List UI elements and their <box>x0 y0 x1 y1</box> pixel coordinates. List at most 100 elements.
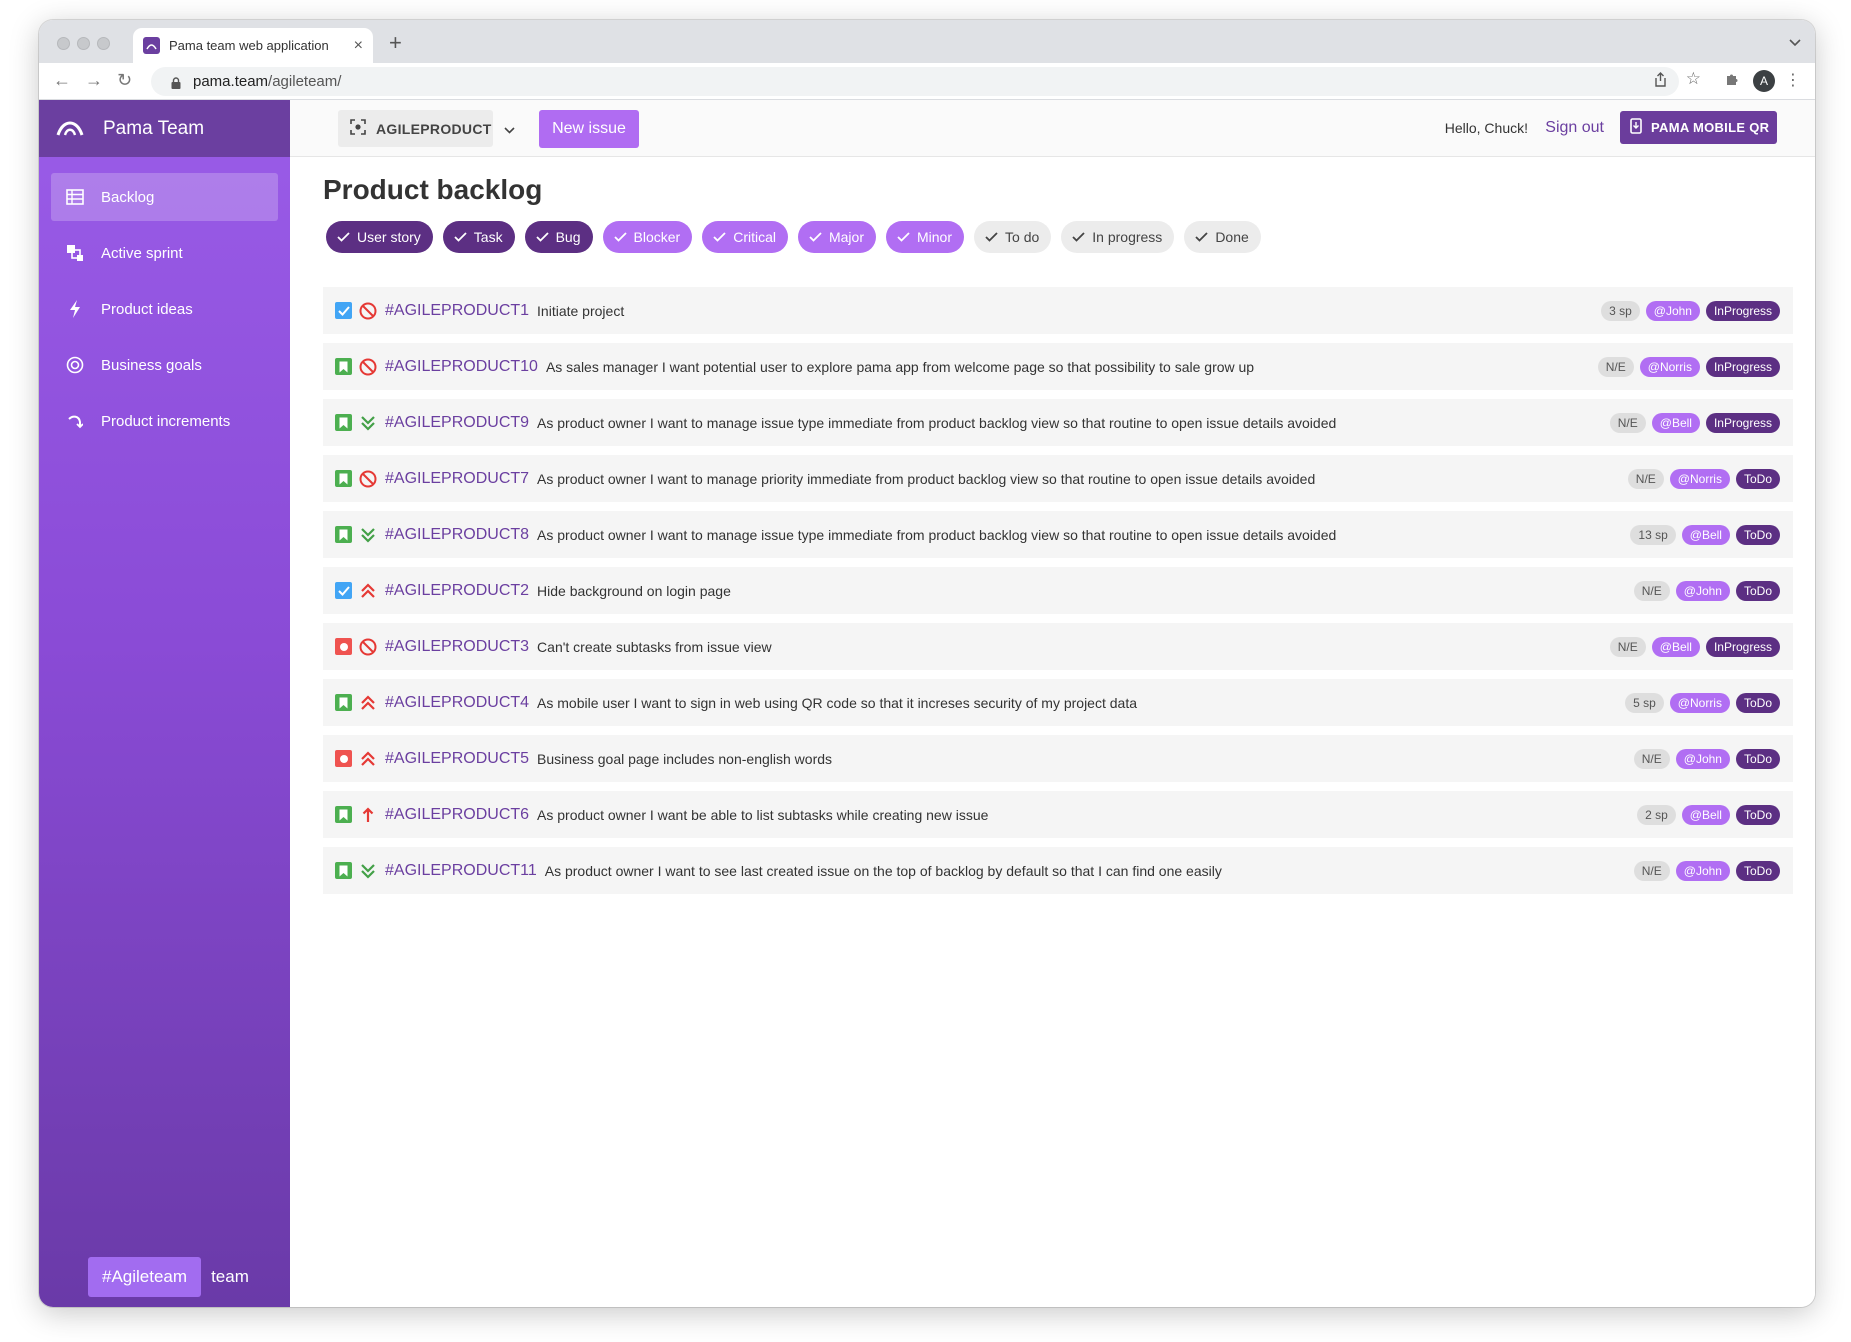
backlog-row[interactable]: #AGILEPRODUCT2 Hide background on login p… <box>323 567 1793 614</box>
backlog-row[interactable]: #AGILEPRODUCT5 Business goal page include… <box>323 735 1793 782</box>
minor-priority-icon[interactable] <box>359 862 377 880</box>
status-badge: ToDo <box>1735 749 1780 769</box>
backlog-row[interactable]: #AGILEPRODUCT10 As sales manager I want p… <box>323 343 1793 390</box>
maximize-window-button[interactable] <box>97 37 110 50</box>
brand-header[interactable]: Pama Team <box>39 100 290 157</box>
minor-priority-icon[interactable] <box>359 526 377 544</box>
issue-id-link[interactable]: #AGILEPRODUCT11 <box>385 862 537 880</box>
issue-tags: N/E @Bell InProgress <box>1604 413 1780 433</box>
sidebar-item-active-sprint[interactable]: Active sprint <box>51 229 278 277</box>
greeting: Hello, Chuck! <box>1444 120 1528 136</box>
filter-chip-user-story[interactable]: User story <box>326 221 433 253</box>
issue-id-link[interactable]: #AGILEPRODUCT10 <box>385 358 538 376</box>
issue-id-link[interactable]: #AGILEPRODUCT9 <box>385 414 529 432</box>
new-issue-button[interactable]: New issue <box>539 110 639 148</box>
share-icon[interactable] <box>1654 72 1667 91</box>
back-arrow-icon[interactable]: ← <box>53 70 71 91</box>
story-type-icon[interactable] <box>335 526 352 543</box>
backlog-row[interactable]: #AGILEPRODUCT8 As product owner I want to… <box>323 511 1793 558</box>
redo-arrow-icon <box>65 411 85 431</box>
tab-close-icon[interactable]: × <box>354 37 363 55</box>
issue-id-link[interactable]: #AGILEPRODUCT7 <box>385 470 529 488</box>
mobile-qr-button[interactable]: PAMA MOBILE QR <box>1620 111 1777 144</box>
story-type-icon[interactable] <box>335 806 352 823</box>
tab-search-chevron-icon[interactable] <box>1789 34 1801 52</box>
major-priority-icon[interactable] <box>359 806 377 824</box>
issue-id-link[interactable]: #AGILEPRODUCT6 <box>385 806 529 824</box>
team-chip[interactable]: #Agileteam <box>88 1257 202 1297</box>
filter-chip-bug[interactable]: Bug <box>524 221 593 253</box>
sidebar-item-business-goals[interactable]: Business goals <box>51 341 278 389</box>
story-type-icon[interactable] <box>335 862 352 879</box>
critical-priority-icon[interactable] <box>359 750 377 768</box>
new-tab-button[interactable]: + <box>389 30 402 56</box>
backlog-row[interactable]: #AGILEPRODUCT1 Initiate project 3 sp @John I… <box>323 287 1793 334</box>
minor-priority-icon[interactable] <box>359 414 377 432</box>
browser-menu-icon[interactable]: ⋮ <box>1785 70 1801 90</box>
story-type-icon[interactable] <box>335 470 352 487</box>
assignee-badge: @Bell <box>1681 805 1730 825</box>
filter-chip-task[interactable]: Task <box>442 221 515 253</box>
blocker-priority-icon[interactable] <box>359 638 377 656</box>
sidebar-item-label: Active sprint <box>101 244 183 262</box>
filter-chip-blocker[interactable]: Blocker <box>602 221 693 253</box>
blocker-priority-icon[interactable] <box>359 302 377 320</box>
sign-out-link[interactable]: Sign out <box>1545 119 1604 137</box>
reload-icon[interactable]: ↻ <box>117 70 132 91</box>
critical-priority-icon[interactable] <box>359 694 377 712</box>
critical-priority-icon[interactable] <box>359 582 377 600</box>
bug-type-icon[interactable] <box>335 638 352 655</box>
issue-id-link[interactable]: #AGILEPRODUCT3 <box>385 638 529 656</box>
bug-type-icon[interactable] <box>335 750 352 767</box>
issue-title: As sales manager I want potential user t… <box>545 358 1255 375</box>
issue-id-link[interactable]: #AGILEPRODUCT4 <box>385 694 529 712</box>
filter-chip-to-do[interactable]: To do <box>974 221 1052 253</box>
issue-id-link[interactable]: #AGILEPRODUCT8 <box>385 526 529 544</box>
extensions-puzzle-icon[interactable] <box>1725 72 1739 90</box>
sidebar-item-product-ideas[interactable]: Product ideas <box>51 285 278 333</box>
backlog-row[interactable]: #AGILEPRODUCT4 As mobile user I want to s… <box>323 679 1793 726</box>
status-badge: InProgress <box>1705 637 1780 657</box>
issue-tags: 5 sp @Norris ToDo <box>1619 693 1780 713</box>
backlog-row[interactable]: #AGILEPRODUCT9 As product owner I want to… <box>323 399 1793 446</box>
backlog-row[interactable]: #AGILEPRODUCT3 Can't create subtasks from… <box>323 623 1793 670</box>
filter-chip-in-progress[interactable]: In progress <box>1061 221 1175 253</box>
project-select[interactable]: AGILEPRODUCT <box>338 110 515 147</box>
story-type-icon[interactable] <box>335 358 352 375</box>
sidebar-item-product-increments[interactable]: Product increments <box>51 397 278 445</box>
sidebar-item-backlog[interactable]: Backlog <box>51 173 278 221</box>
filter-chip-critical[interactable]: Critical <box>702 221 788 253</box>
browser-toolbar: ← → ↻ pama.team/agileteam/ ☆ A ⋮ <box>39 63 1815 100</box>
issue-id-link[interactable]: #AGILEPRODUCT2 <box>385 582 529 600</box>
blocker-priority-icon[interactable] <box>359 470 377 488</box>
close-window-button[interactable] <box>57 37 70 50</box>
lock-icon <box>171 76 181 89</box>
story-type-icon[interactable] <box>335 414 352 431</box>
blocker-priority-icon[interactable] <box>359 358 377 376</box>
filter-chip-label: Bug <box>555 229 581 245</box>
backlog-row[interactable]: #AGILEPRODUCT6 As product owner I want be… <box>323 791 1793 838</box>
sidebar-item-label: Business goals <box>101 356 202 374</box>
team-footer: #Agileteam team <box>88 1257 249 1297</box>
filter-chip-minor[interactable]: Minor <box>886 221 965 253</box>
backlog-row[interactable]: #AGILEPRODUCT7 As product owner I want to… <box>323 455 1793 502</box>
story-type-icon[interactable] <box>335 694 352 711</box>
backlog-row[interactable]: #AGILEPRODUCT11 As product owner I want t… <box>323 847 1793 894</box>
story-points-badge: 3 sp <box>1601 301 1640 321</box>
minimize-window-button[interactable] <box>77 37 90 50</box>
story-points-badge: 2 sp <box>1637 805 1676 825</box>
issue-id-link[interactable]: #AGILEPRODUCT5 <box>385 750 529 768</box>
profile-avatar[interactable]: A <box>1753 70 1775 92</box>
story-points-badge: 13 sp <box>1630 525 1676 545</box>
browser-tab[interactable]: Pama team web application × <box>133 28 373 63</box>
issue-tags: 13 sp @Bell ToDo <box>1624 525 1780 545</box>
filter-chip-major[interactable]: Major <box>797 221 876 253</box>
task-type-icon[interactable] <box>335 582 352 599</box>
issue-id-link[interactable]: #AGILEPRODUCT1 <box>385 302 529 320</box>
bookmark-star-icon[interactable]: ☆ <box>1686 69 1701 89</box>
filter-chip-done[interactable]: Done <box>1184 221 1261 253</box>
address-bar[interactable]: pama.team/agileteam/ <box>151 67 1679 96</box>
forward-arrow-icon[interactable]: → <box>85 70 103 91</box>
task-type-icon[interactable] <box>335 302 352 319</box>
issue-tags: N/E @John ToDo <box>1628 861 1780 881</box>
